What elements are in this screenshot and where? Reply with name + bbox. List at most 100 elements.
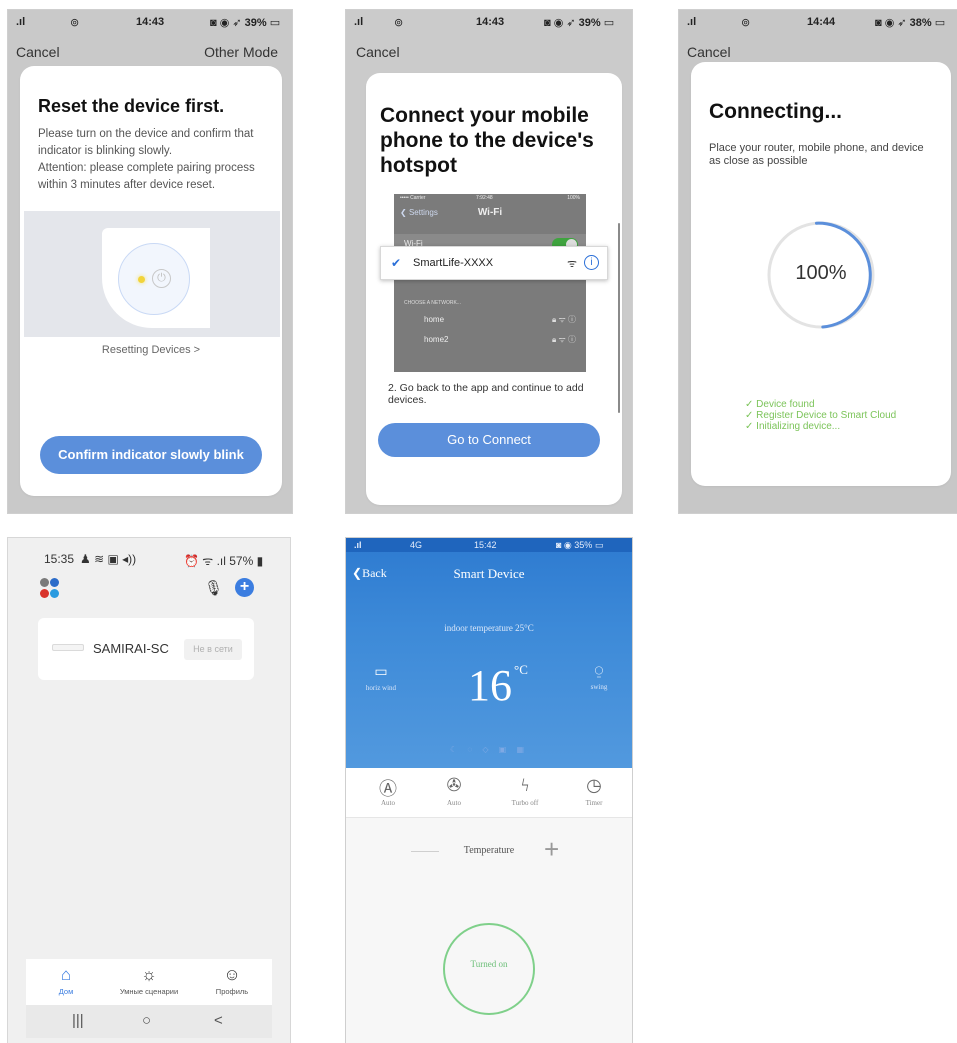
swing-icon: ⍜ [594,664,604,679]
network-row: home 🔒︎ ᯤ ⓘ [424,315,576,324]
device-card[interactable]: SAMIRAI-SC Не в сети [38,618,254,680]
cancel-button[interactable]: Cancel [16,44,60,60]
instruction-text: Please turn on the device and confirm th… [38,128,254,157]
status-battery: ◙ ◉ ➶ 39% ▭ [210,17,281,29]
checkmark-icon: ✔ [391,256,402,270]
status-bar: .ıl ⊚ 14:43 ◙ ◉ ➶ 39% ▭ [8,10,292,32]
status-time: 15:42 [474,540,497,550]
control-header: .ıl 4G 15:42 ◙ ◉ 35% ▭ ❮Back Smart Devic… [346,538,632,768]
link-icon: ⊚ [70,17,80,29]
add-device-button[interactable]: + [235,578,254,597]
status-time: 14:44 [807,16,836,28]
screen-connecting: .ıl ⊚ 14:44 ◙ ◉ ➶ 38% ▭ Cancel Connectin… [678,9,957,514]
signal-icon: .ıl [354,16,364,28]
home-button[interactable]: ○ [142,1012,151,1029]
choose-network-header: CHOOSE A NETWORK... [404,300,461,306]
app-logo [40,578,60,600]
mode-indicator-icons: ☾ ◌ ◇ ▣ ▦ [449,745,529,754]
placement-hint: Place your router, mobile phone, and dev… [709,142,924,167]
temperature-label: Temperature [463,845,515,856]
bottom-tab-bar: ⌂ Дом ☼ Умные сценарии ☺ Профиль [26,959,272,1005]
cancel-button[interactable]: Cancel [687,44,731,60]
timer-button[interactable]: ◷ Timer [558,775,630,807]
indoor-temperature: indoor temperature 25°C [444,623,534,633]
other-mode-button[interactable]: Other Mode [204,44,278,60]
status-time: 15:35 [44,552,75,566]
page-title: Connecting... [709,100,842,123]
sun-icon: ☼ [141,965,157,984]
screen-reset-device: .ıl ⊚ 14:43 ◙ ◉ ➶ 39% ▭ Cancel Other Mod… [7,9,293,514]
step-device-found: ✓ Device found [745,399,815,410]
progress-percent: 100% [795,262,847,284]
swing-button[interactable]: ⍜ swing [564,664,632,691]
power-button[interactable] [443,923,535,1015]
profile-icon: ☺ [223,965,241,984]
status-battery: ⏰ ᯤ .ıl 57% ▮ [184,554,264,568]
status-battery: ◙ ◉ 35% ▭ [556,540,604,550]
auto-mode-button[interactable]: Ⓐ Auto [352,775,424,807]
link-icon: ⊚ [741,17,751,29]
link-icon: ⊚ [394,17,404,29]
tab-profile[interactable]: ☺ Профиль [192,965,272,996]
network-type: 4G [410,540,423,550]
step-initializing: ✓ Initializing device... [745,421,841,432]
status-battery: ◙ ◉ ➶ 38% ▭ [875,17,946,29]
page-title: Connect your mobile phone to the device'… [380,104,594,177]
signal-icon: .ıl [16,16,26,28]
screen-home-devices: 15:35 ♟ ≋ ▣ ◂)) ⏰ ᯤ .ıl 57% ▮ 🎙︎ + SAMIR… [7,537,291,1043]
page-title: Reset the device first. [38,96,225,116]
wifi-title: Wi-Fi [477,207,503,218]
microphone-icon[interactable]: 🎙︎ [204,579,223,597]
fan-speed-button[interactable]: ✇ Auto [418,775,490,807]
device-illustration: ⏻ [24,211,280,337]
horizontal-wind-button[interactable]: ▭ horiz wind [346,664,416,692]
horizontal-wind-icon: ▭ [374,665,388,680]
recent-apps-button[interactable]: ||| [72,1012,84,1029]
power-status-label: Turned on [470,959,508,969]
notification-icons: ♟ ≋ ▣ ◂)) [80,552,137,566]
status-bar: 15:35 ♟ ≋ ▣ ◂)) ⏰ ᯤ .ıl 57% ▮ [8,538,290,568]
screen-connect-hotspot: .ıl ⊚ 14:43 ◙ ◉ ➶ 39% ▭ Cancel Connect y… [345,9,633,514]
signal-icon: .ıl [354,540,362,550]
fan-icon: ✇ [446,775,462,795]
step-instruction: 2. Go back to the app and continue to ad… [388,382,584,406]
page-title: Smart Device [453,566,525,581]
turbo-button[interactable]: ϟ Turbo off [489,775,561,807]
mode-bar: Ⓐ Auto ✇ Auto ϟ Turbo off ◷ Timer [346,768,632,818]
tab-smart-scenes[interactable]: ☼ Умные сценарии [109,965,189,996]
connecting-card: Connecting... Place your router, mobile … [691,62,951,486]
wifi-settings-screenshot: ••••• Carrier 7:92:48 100% ❮ Settings Wi… [394,194,586,372]
system-nav-bar: ||| ○ < [26,1005,272,1038]
network-row: home2 🔒︎ ᯤ ⓘ [424,335,576,344]
status-time: 14:43 [476,16,505,28]
signal-icon: .ıl [687,16,697,28]
hotspot-card: Connect your mobile phone to the device'… [366,73,622,505]
scrollbar[interactable] [618,223,620,413]
status-bar: .ıl ⊚ 14:43 ◙ ◉ ➶ 39% ▭ [346,10,632,32]
device-name: SAMIRAI-SC [93,641,169,656]
power-icon: ⏻ [152,269,171,288]
cancel-button[interactable]: Cancel [356,44,400,60]
temperature-increase-button[interactable]: + [544,834,559,865]
step-register-cloud: ✓ Register Device to Smart Cloud [745,410,897,421]
air-conditioner-icon [52,644,84,651]
info-icon: i [584,255,599,270]
wifi-icon: ᯤ [566,258,577,270]
network-ssid: SmartLife-XXXX [413,257,494,269]
tab-home[interactable]: ⌂ Дом [26,965,106,996]
selected-network-row: ✔ SmartLife-XXXX ᯤ i [380,246,608,280]
home-icon: ⌂ [60,965,72,984]
confirm-blink-button[interactable]: Confirm indicator slowly blink [40,436,262,474]
progress-steps: ✓ Device found ✓ Register Device to Smar… [745,399,896,432]
turbo-icon: ϟ [520,775,530,795]
resetting-devices-link[interactable]: Resetting Devices > [20,344,282,356]
set-temperature: 16 [468,661,512,710]
indicator-light-icon [138,276,145,283]
timer-icon: ◷ [586,775,602,795]
go-to-connect-button[interactable]: Go to Connect [378,423,600,457]
status-bar: .ıl 4G 15:42 ◙ ◉ 35% ▭ [346,538,632,552]
screen-smart-device-control: .ıl 4G 15:42 ◙ ◉ 35% ▭ ❮Back Smart Devic… [345,537,633,1043]
back-button[interactable]: < [214,1012,223,1029]
screenshot-status-bar: ••••• Carrier 7:92:48 100% [400,195,580,201]
device-status-badge: Не в сети [184,639,242,660]
